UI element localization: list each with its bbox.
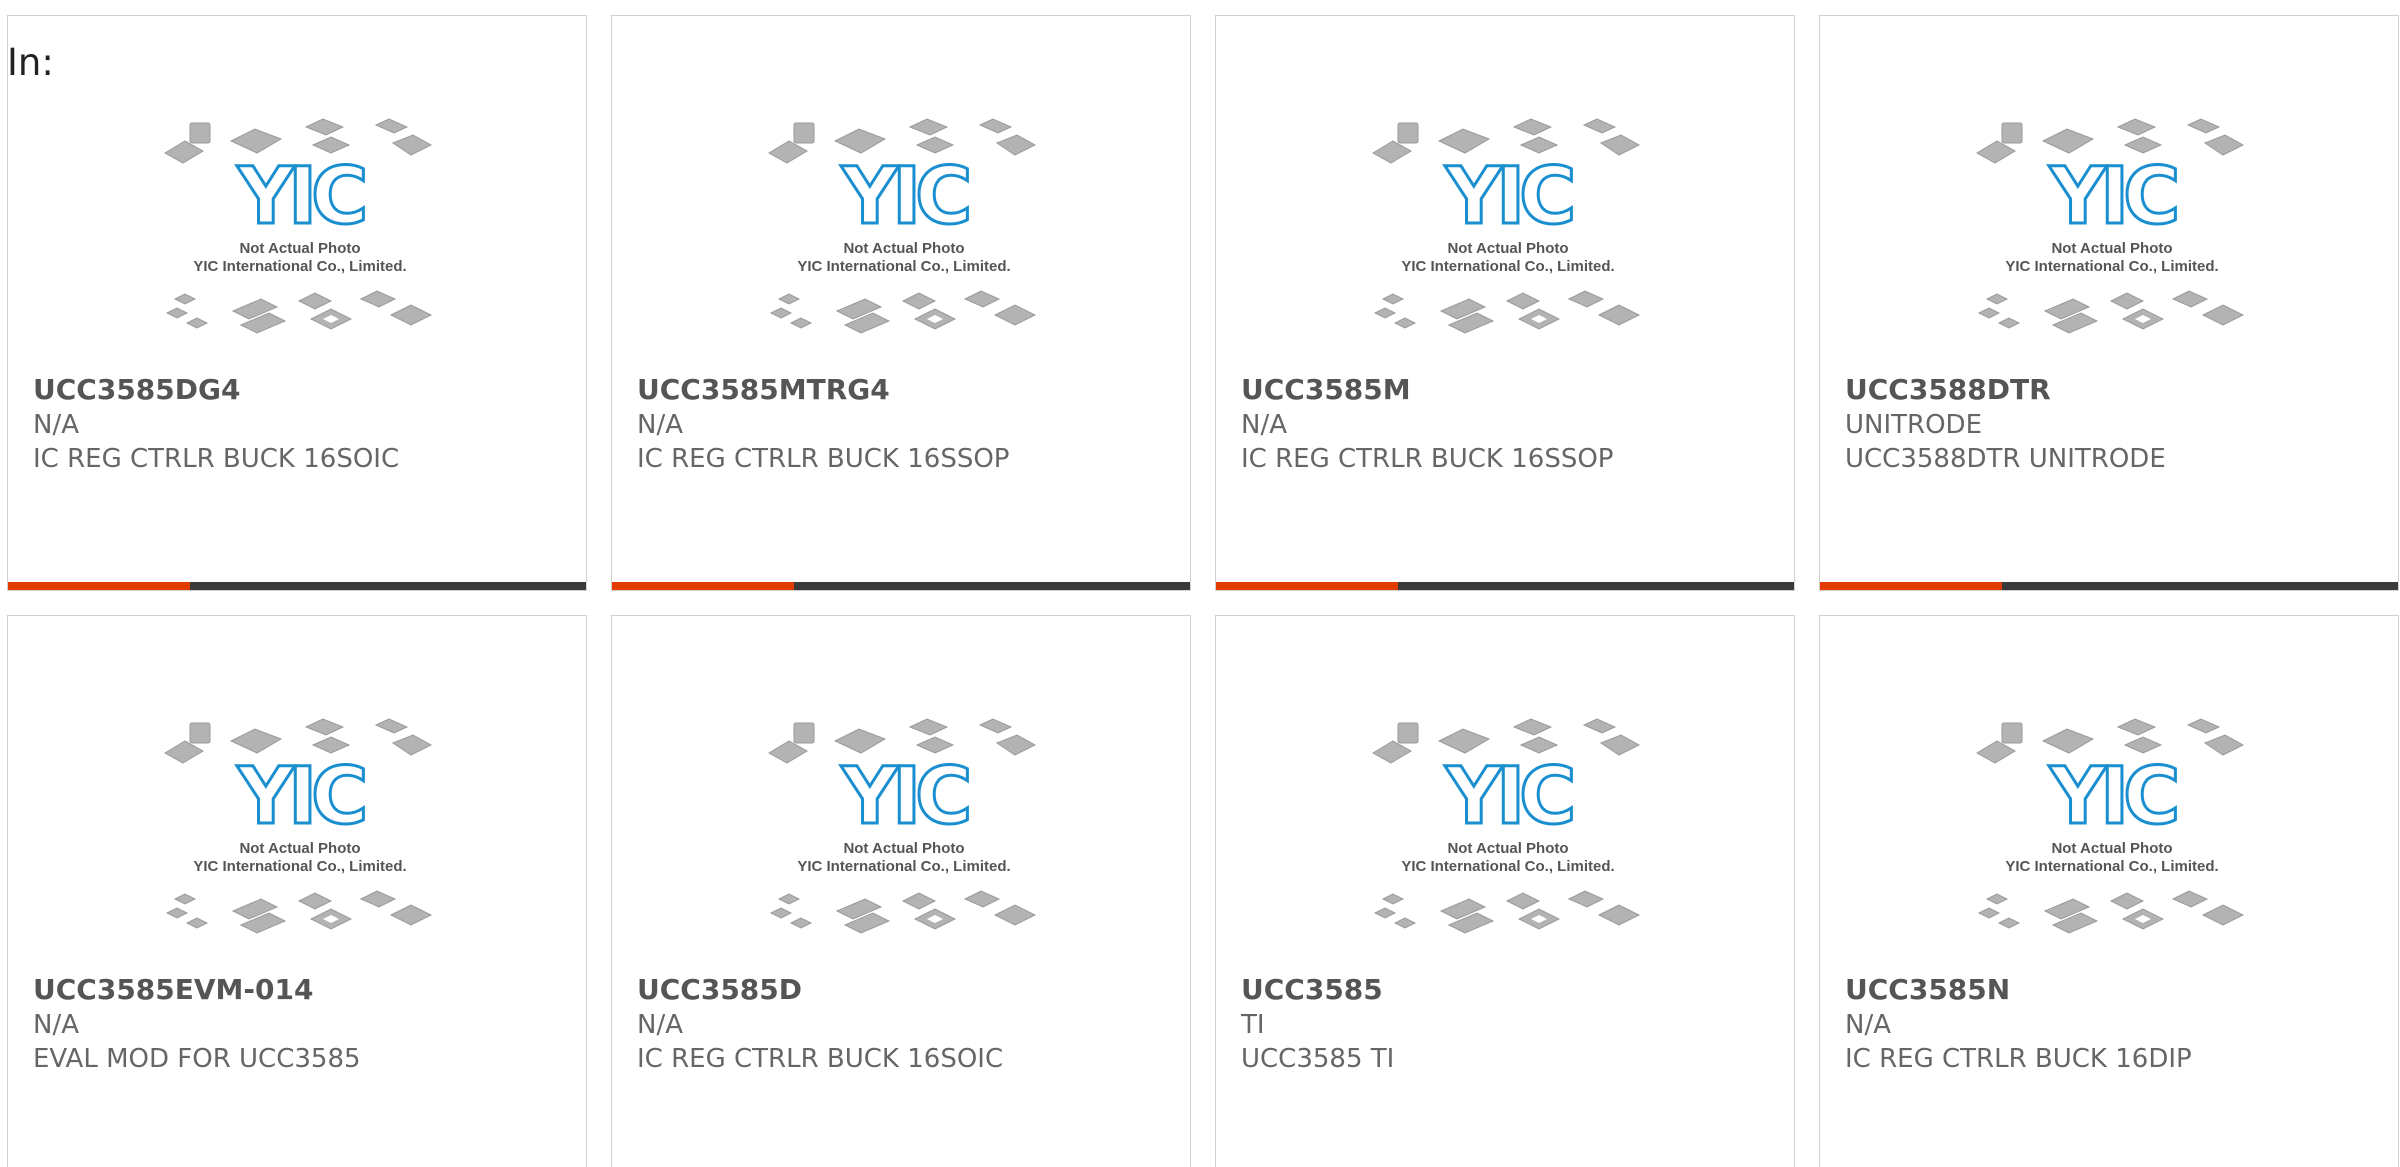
svg-text:YIC International Co., Limited: YIC International Co., Limited. xyxy=(1401,858,1614,875)
svg-text:YIC: YIC xyxy=(1445,752,1573,842)
description: UCC3588DTR UNITRODE xyxy=(1845,444,2166,474)
description: EVAL MOD FOR UCC3585 xyxy=(33,1044,361,1074)
svg-text:Not Actual Photo: Not Actual Photo xyxy=(239,240,360,257)
part-number-link[interactable]: UCC3585D xyxy=(637,973,802,1007)
svg-text:YIC: YIC xyxy=(841,152,969,242)
card-bottom-bar xyxy=(8,582,586,590)
chip-placeholder-graphic: YICNot Actual PhotoYIC International Co.… xyxy=(768,118,1037,334)
product-photo-placeholder[interactable]: YIC Not Actual Photo YIC International Co.… xyxy=(1371,101,1646,361)
product-card[interactable]: YIC Not Actual Photo YIC International Co.… xyxy=(7,15,587,591)
product-listing-page: In: YIC Not Actual Photo YIC International… xyxy=(0,0,2400,1167)
svg-text:YIC International Co., Limited: YIC International Co., Limited. xyxy=(2005,858,2218,875)
svg-text:Not Actual Photo: Not Actual Photo xyxy=(2051,840,2172,857)
svg-text:YIC: YIC xyxy=(2049,152,2177,242)
chip-placeholder-graphic: YICNot Actual PhotoYIC International Co.… xyxy=(1976,718,2245,934)
svg-text:YIC International Co., Limited: YIC International Co., Limited. xyxy=(797,858,1010,875)
description: IC REG CTRLR BUCK 16SOIC xyxy=(637,1044,1004,1074)
svg-text:YIC: YIC xyxy=(841,752,969,842)
manufacturer: N/A xyxy=(33,1010,79,1040)
description: IC REG CTRLR BUCK 16SOIC xyxy=(33,444,400,474)
svg-text:YIC: YIC xyxy=(237,752,365,842)
product-photo-placeholder[interactable]: YIC Not Actual Photo YIC International Co.… xyxy=(767,101,1042,361)
manufacturer: N/A xyxy=(33,410,79,440)
svg-text:YIC International Co., Limited: YIC International Co., Limited. xyxy=(193,258,406,275)
manufacturer: UNITRODE xyxy=(1845,410,1983,440)
part-number-link[interactable]: UCC3585N xyxy=(1845,973,2010,1007)
manufacturer: N/A xyxy=(1845,1010,1891,1040)
manufacturer: N/A xyxy=(637,410,683,440)
product-card[interactable]: YIC Not Actual Photo YIC International Co.… xyxy=(1819,615,2399,1167)
svg-text:Not Actual Photo: Not Actual Photo xyxy=(1447,840,1568,857)
product-photo-placeholder[interactable]: YIC Not Actual Photo YIC International Co.… xyxy=(1371,701,1646,961)
product-card[interactable]: YIC Not Actual Photo YIC International Co.… xyxy=(611,615,1191,1167)
product-card[interactable]: YIC Not Actual Photo YIC International Co.… xyxy=(1215,15,1795,591)
svg-text:YIC International Co., Limited: YIC International Co., Limited. xyxy=(1401,258,1614,275)
svg-text:YIC International Co., Limited: YIC International Co., Limited. xyxy=(193,858,406,875)
chip-placeholder-graphic: YICNot Actual PhotoYIC International Co.… xyxy=(164,718,433,934)
card-bottom-bar xyxy=(1216,582,1794,590)
product-grid: YIC Not Actual Photo YIC International Co.… xyxy=(7,15,2399,1167)
product-card[interactable]: YIC Not Actual Photo YIC International Co.… xyxy=(611,15,1191,591)
description: UCC3585 TI xyxy=(1241,1044,1395,1074)
product-photo-placeholder[interactable]: YIC Not Actual Photo YIC International Co.… xyxy=(767,701,1042,961)
card-bar-accent xyxy=(612,582,794,590)
card-bottom-bar xyxy=(1820,582,2398,590)
part-number-link[interactable]: UCC3585DG4 xyxy=(33,373,240,407)
in-heading: In: xyxy=(7,41,54,84)
svg-text:Not Actual Photo: Not Actual Photo xyxy=(2051,240,2172,257)
chip-placeholder-graphic: YICNot Actual PhotoYIC International Co.… xyxy=(768,718,1037,934)
description: IC REG CTRLR BUCK 16DIP xyxy=(1845,1044,2192,1074)
chip-placeholder-graphic: YICNot Actual PhotoYIC International Co.… xyxy=(1372,718,1641,934)
chip-placeholder-graphic: YICNot Actual PhotoYIC International Co.… xyxy=(1976,118,2245,334)
part-number-link[interactable]: UCC3585M xyxy=(1241,373,1411,407)
part-number-link[interactable]: UCC3588DTR xyxy=(1845,373,2051,407)
manufacturer: TI xyxy=(1241,1010,1265,1040)
svg-text:YIC: YIC xyxy=(2049,752,2177,842)
product-photo-placeholder[interactable]: YIC Not Actual Photo YIC International Co.… xyxy=(163,101,438,361)
card-bar-accent xyxy=(8,582,190,590)
manufacturer: N/A xyxy=(1241,410,1287,440)
description: IC REG CTRLR BUCK 16SSOP xyxy=(1241,444,1614,474)
product-photo-placeholder[interactable]: YIC Not Actual Photo YIC International Co.… xyxy=(1975,701,2250,961)
card-bottom-bar xyxy=(612,582,1190,590)
svg-text:Not Actual Photo: Not Actual Photo xyxy=(239,840,360,857)
svg-text:YIC International Co., Limited: YIC International Co., Limited. xyxy=(797,258,1010,275)
chip-placeholder-graphic: YICNot Actual PhotoYIC International Co.… xyxy=(1372,118,1641,334)
description: IC REG CTRLR BUCK 16SSOP xyxy=(637,444,1010,474)
card-bar-accent xyxy=(1216,582,1398,590)
product-card[interactable]: YIC Not Actual Photo YIC International Co.… xyxy=(1215,615,1795,1167)
part-number-link[interactable]: UCC3585MTRG4 xyxy=(637,373,890,407)
manufacturer: N/A xyxy=(637,1010,683,1040)
part-number-link[interactable]: UCC3585 xyxy=(1241,973,1383,1007)
svg-text:YIC: YIC xyxy=(1445,152,1573,242)
product-photo-placeholder[interactable]: YIC Not Actual Photo YIC International Co.… xyxy=(163,701,438,961)
product-card[interactable]: YIC Not Actual Photo YIC International Co.… xyxy=(1819,15,2399,591)
card-bar-accent xyxy=(1820,582,2002,590)
svg-text:Not Actual Photo: Not Actual Photo xyxy=(1447,240,1568,257)
svg-text:Not Actual Photo: Not Actual Photo xyxy=(843,840,964,857)
svg-text:YIC International Co., Limited: YIC International Co., Limited. xyxy=(2005,258,2218,275)
svg-text:Not Actual Photo: Not Actual Photo xyxy=(843,240,964,257)
svg-text:YIC: YIC xyxy=(237,152,365,242)
chip-placeholder-graphic: YICNot Actual PhotoYIC International Co.… xyxy=(164,118,433,334)
part-number-link[interactable]: UCC3585EVM-014 xyxy=(33,973,314,1007)
product-card[interactable]: YIC Not Actual Photo YIC International Co.… xyxy=(7,615,587,1167)
product-photo-placeholder[interactable]: YIC Not Actual Photo YIC International Co.… xyxy=(1975,101,2250,361)
